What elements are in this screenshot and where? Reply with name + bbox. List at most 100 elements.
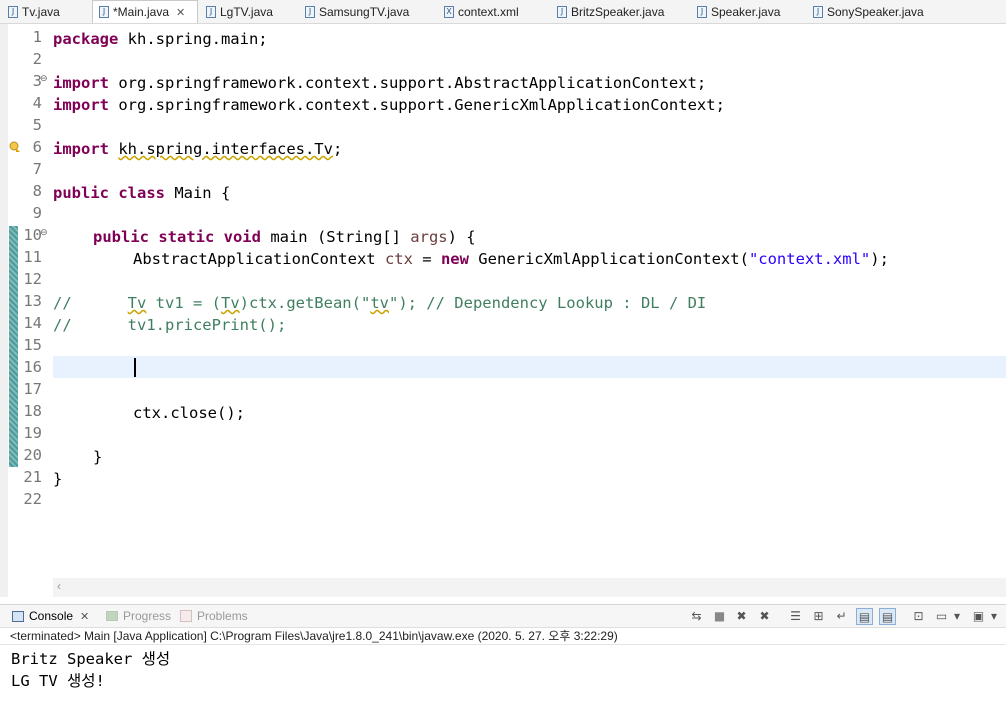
code-text[interactable]: package kh.spring.main; import org.sprin… [53,24,1006,597]
tab-speaker-java[interactable]: J Speaker.java [697,0,797,23]
tab-label: context.xml [458,4,519,19]
tab-samsungtv-java[interactable]: J SamsungTV.java [305,0,425,23]
line-number: 12 [23,270,42,288]
tab-progress[interactable]: Progress [106,609,171,623]
code-line-14: // tv1.pricePrint(); [53,316,287,334]
code-line-6: import kh.spring.interfaces.Tv; [53,138,342,160]
variable: ctx [384,250,413,268]
line-number: 14 [23,314,42,332]
code-line-3: import org.springframework.context.suppo… [53,72,706,94]
code-line-8: public class Main { [53,182,230,204]
comment-segment: )ctx.getBean(" [239,294,371,312]
word-wrap-icon[interactable]: ↵ [833,608,850,625]
java-file-icon: J [206,5,216,18]
fold-collapse-icon[interactable]: ⊖ [40,74,48,84]
line-number: 19 [23,424,42,442]
tab-label: Speaker.java [711,4,781,19]
keyword: import [53,96,109,114]
show-on-stdout-icon[interactable]: ▤ [856,608,873,625]
line-number: 6 [32,138,42,156]
tab-main-java[interactable]: J *Main.java ✕ [92,0,198,23]
code-text-segment: Main { [164,184,231,202]
vertical-ruler [0,24,8,597]
code-text-segment: ) { [447,228,476,246]
string-literal: "context.xml" [748,250,871,268]
comment-segment: // [53,294,128,312]
code-line-1: package kh.spring.main; [53,28,268,50]
keyword: import [53,74,109,92]
remove-launch-icon[interactable]: ✖ [733,608,750,625]
variable: args [410,228,448,246]
remove-all-terminated-icon[interactable]: ✖ [756,608,773,625]
line-number: 17 [23,380,42,398]
new-console-icon[interactable]: ▣ [970,608,987,625]
tab-label: SonySpeaker.java [827,4,924,19]
tab-label: SamsungTV.java [319,4,410,19]
line-number: 1 [32,28,42,46]
tab-context-xml[interactable]: X context.xml [444,0,544,23]
scroll-left-icon[interactable]: ‹ [57,579,61,593]
code-text-segment: org.springframework.context.support.Gene… [109,96,725,114]
tab-tv-java[interactable]: J Tv.java [8,0,88,23]
tab-label: BritzSpeaker.java [571,4,665,19]
text-cursor [134,358,136,377]
chevron-down-icon[interactable]: ▾ [989,608,999,625]
code-line-11: AbstractApplicationContext ctx = new Gen… [133,248,889,270]
close-tab-icon[interactable]: ✕ [176,6,185,19]
comment-segment: "); // Dependency Lookup : DL / DI [388,294,707,312]
line-number: 2 [32,50,42,68]
tab-console[interactable]: Console ✕ [12,609,89,623]
comment-segment: Tv [220,294,240,312]
line-number: 9 [32,204,42,222]
horizontal-scrollbar[interactable]: ‹ [53,578,1006,597]
code-text-segment: main (String[] [260,228,411,246]
code-editor[interactable]: 1 2 3 4 5 6 7 8 9 10 11 12 13 14 15 16 1… [0,24,1006,597]
editor-tab-bar: J Tv.java J *Main.java ✕ J LgTV.java J S… [0,0,1006,24]
line-number: 5 [32,116,42,134]
code-line-21: } [53,470,63,488]
line-number: 20 [23,446,42,464]
code-text-segment: ; [332,140,343,158]
tab-label: Tv.java [22,4,60,19]
tab-britzspeaker-java[interactable]: J BritzSpeaker.java [557,0,687,23]
console-view-bar: Console ✕ Progress Problems ⇆ ■ ✖ ✖ ☰ ⊞ … [0,604,1006,628]
keyword: public class [53,184,165,202]
line-number-gutter: 1 2 3 4 5 6 7 8 9 10 11 12 13 14 15 16 1… [18,24,50,597]
comment-segment: tv1 = ( [146,294,221,312]
tab-lgtv-java[interactable]: J LgTV.java [206,0,296,23]
line-number: 16 [23,358,42,376]
java-file-icon: J [697,5,707,18]
code-text-segment: AbstractApplicationContext [133,250,385,268]
close-tab-icon[interactable]: ✕ [80,610,89,623]
terminate-icon[interactable]: ■ [711,608,728,625]
console-output[interactable]: Britz Speaker 생성 LG TV 생성! [11,648,170,692]
java-file-icon: J [305,5,315,18]
tab-label: Console [29,609,74,623]
code-text-segment: kh.spring.main; [118,30,268,48]
comment-segment: tv [370,294,389,312]
fold-collapse-icon[interactable]: ⊖ [40,228,48,238]
line-number: 22 [23,490,42,508]
progress-icon [106,611,118,621]
tab-sonyspeaker-java[interactable]: J SonySpeaker.java [813,0,943,23]
java-file-icon: J [99,6,109,18]
java-file-icon: J [557,5,567,18]
clear-console-icon[interactable]: ☰ [787,608,804,625]
scroll-lock-icon[interactable]: ⊞ [810,608,827,625]
warning-lightbulb-icon[interactable] [9,141,21,152]
line-number: 15 [23,336,42,354]
java-file-icon: J [813,5,823,18]
pin-console-icon[interactable]: ⊡ [910,608,927,625]
tab-problems[interactable]: Problems [180,609,248,623]
tab-label: Problems [197,609,248,623]
code-text-segment: GenericXmlApplicationContext( [468,250,749,268]
code-line-4: import org.springframework.context.suppo… [53,94,725,116]
line-number: 18 [23,402,42,420]
code-text-segment: = [412,250,441,268]
show-on-stderr-icon[interactable]: ▤ [879,608,896,625]
display-console-icon[interactable]: ▭ [933,608,950,625]
disconnect-icon[interactable]: ⇆ [688,608,705,625]
chevron-down-icon[interactable]: ▾ [952,608,962,625]
problems-icon [180,610,192,622]
code-line-20: } [93,448,103,466]
